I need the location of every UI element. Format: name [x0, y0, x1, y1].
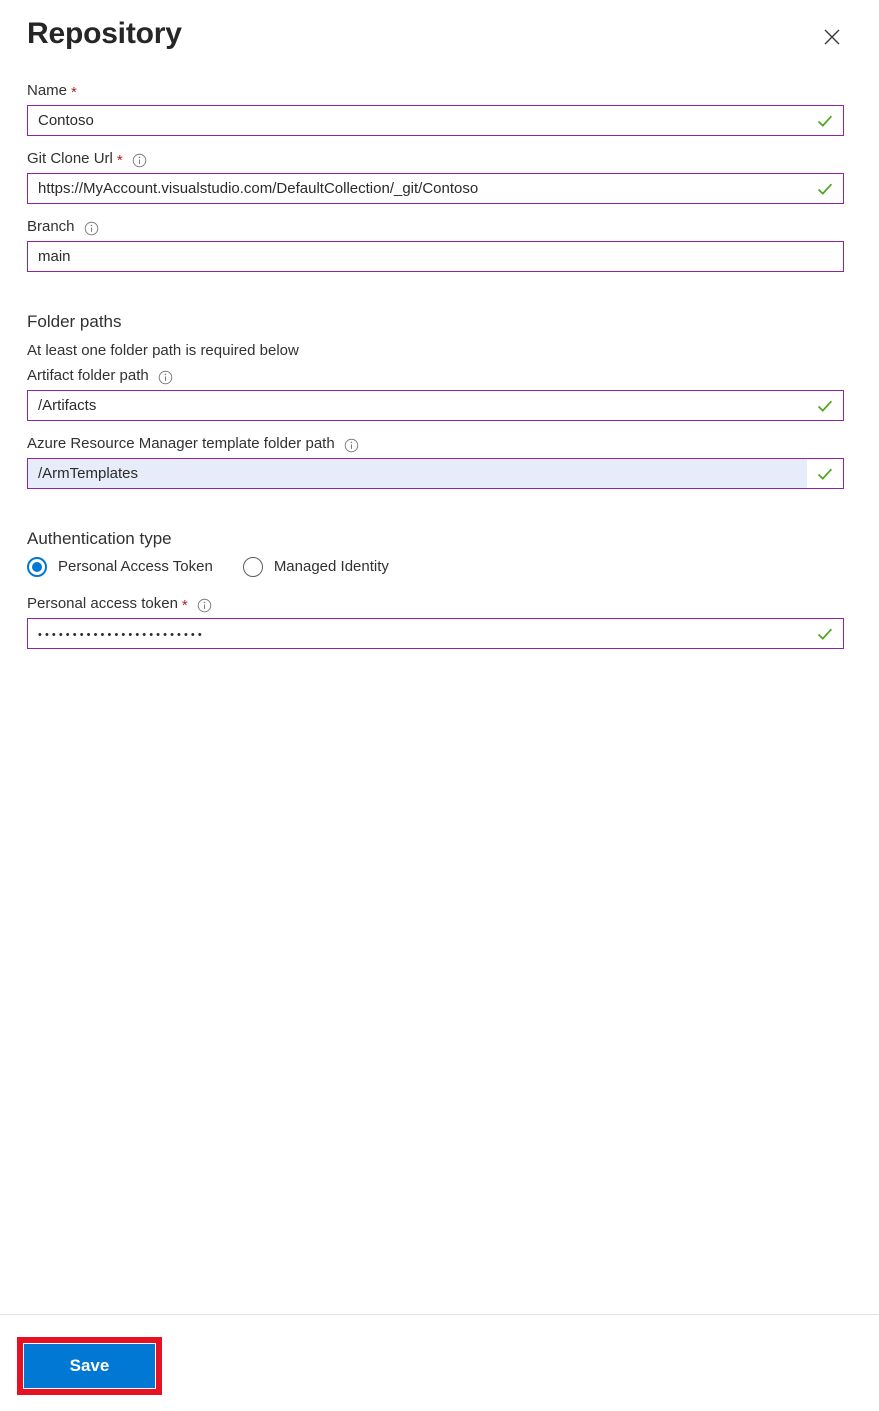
repository-panel: Repository Name * Contoso Git Clone Url …	[0, 0, 879, 1411]
arm-template-folder-path-label: Azure Resource Manager template folder p…	[27, 433, 852, 455]
name-field[interactable]: Contoso	[27, 105, 844, 136]
close-icon	[822, 27, 842, 47]
folder-paths-heading: Folder paths	[27, 312, 122, 331]
git-clone-url-input[interactable]: https://MyAccount.visualstudio.com/Defau…	[28, 179, 807, 199]
git-clone-url-field[interactable]: https://MyAccount.visualstudio.com/Defau…	[27, 173, 844, 204]
radio-managed-identity-label: Managed Identity	[273, 558, 389, 575]
info-icon[interactable]	[158, 370, 173, 385]
radio-personal-access-token-label: Personal Access Token	[58, 558, 213, 575]
arm-template-folder-path-input[interactable]: /ArmTemplates	[28, 464, 807, 484]
git-clone-url-label: Git Clone Url *	[27, 148, 852, 170]
name-label: Name *	[27, 80, 852, 102]
artifact-folder-path-label: Artifact folder path	[27, 365, 852, 387]
personal-access-token-valid-check	[807, 619, 843, 648]
folder-paths-helper-text: At least one folder path is required bel…	[27, 342, 299, 359]
radio-managed-identity[interactable]: Managed Identity	[242, 557, 389, 577]
arm-template-folder-path-valid-check	[807, 459, 843, 488]
checkmark-icon	[816, 465, 834, 483]
artifact-folder-path-field[interactable]: /Artifacts	[27, 390, 844, 421]
branch-label: Branch	[27, 216, 852, 238]
name-input[interactable]: Contoso	[28, 111, 807, 131]
info-icon[interactable]	[84, 221, 99, 236]
checkmark-icon	[816, 112, 834, 130]
panel-header: Repository	[0, 0, 879, 80]
panel-footer: Save	[0, 1314, 879, 1411]
git-clone-url-valid-check	[807, 174, 843, 203]
info-icon[interactable]	[132, 153, 147, 168]
name-label-text: Name	[27, 82, 68, 99]
page-title: Repository	[27, 17, 182, 50]
info-icon[interactable]	[197, 598, 212, 613]
personal-access-token-input[interactable]: ••••••••••••••••••••••••	[28, 625, 807, 645]
branch-input[interactable]: main	[28, 247, 843, 267]
authentication-type-heading: Authentication type	[27, 529, 172, 548]
name-valid-check	[807, 106, 843, 135]
personal-access-token-field[interactable]: ••••••••••••••••••••••••	[27, 618, 844, 649]
checkmark-icon	[816, 625, 834, 643]
radio-personal-access-token[interactable]: Personal Access Token	[27, 557, 213, 577]
required-asterisk: *	[71, 83, 77, 101]
artifact-folder-path-input[interactable]: /Artifacts	[28, 396, 807, 416]
radio-mark-unselected	[242, 557, 263, 577]
checkmark-icon	[816, 397, 834, 415]
required-asterisk: *	[181, 596, 188, 614]
arm-template-folder-path-field[interactable]: /ArmTemplates	[27, 458, 844, 489]
info-icon[interactable]	[344, 438, 359, 453]
radio-mark-selected	[27, 557, 47, 577]
artifact-folder-path-valid-check	[807, 391, 843, 420]
arm-template-folder-path-label-text: Azure Resource Manager template folder p…	[27, 435, 335, 452]
personal-access-token-label: Personal access token *	[27, 593, 852, 615]
authentication-type-radio-group: Personal Access Token Managed Identity	[27, 557, 852, 577]
personal-access-token-label-text: Personal access token	[27, 595, 178, 612]
branch-label-text: Branch	[27, 218, 75, 235]
checkmark-icon	[816, 180, 834, 198]
save-button[interactable]: Save	[24, 1344, 155, 1388]
panel-body: Name * Contoso Git Clone Url * https://M…	[0, 80, 879, 1314]
close-button[interactable]	[815, 20, 849, 54]
artifact-folder-path-label-text: Artifact folder path	[27, 367, 149, 384]
git-clone-url-label-text: Git Clone Url	[27, 150, 113, 167]
branch-field[interactable]: main	[27, 241, 844, 272]
required-asterisk: *	[116, 151, 123, 169]
